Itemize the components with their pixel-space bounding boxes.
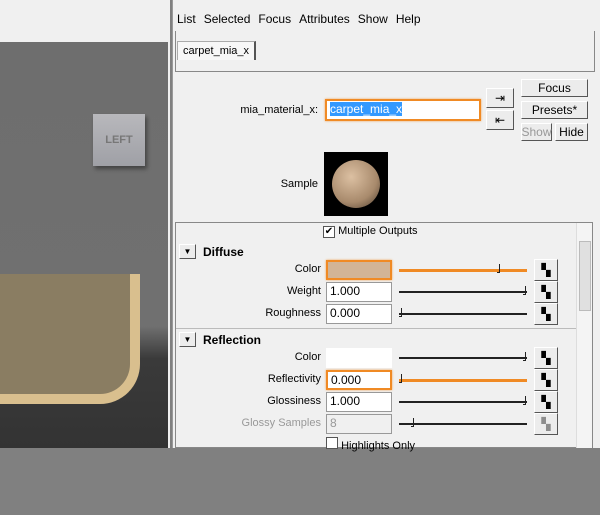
- 3d-viewport[interactable]: LEFT: [0, 42, 168, 448]
- attr-label: Reflectivity: [267, 373, 321, 385]
- sample-sphere: [332, 160, 380, 208]
- map-texture-button[interactable]: ▚: [534, 303, 558, 325]
- chair-model: [0, 274, 140, 404]
- menu-selected[interactable]: Selected: [204, 12, 251, 26]
- slider-thumb[interactable]: [411, 418, 415, 427]
- map-texture-button[interactable]: ▚: [534, 369, 558, 391]
- vertical-scrollbar[interactable]: [576, 223, 592, 448]
- tab-carpet-mia-x[interactable]: carpet_mia_x: [177, 41, 257, 60]
- presets-button[interactable]: Presets*: [521, 101, 588, 119]
- value-slider[interactable]: [399, 352, 527, 361]
- attr-row-color: Color ▚: [176, 347, 576, 369]
- menu-list[interactable]: List: [177, 12, 196, 26]
- slider-thumb[interactable]: [399, 308, 402, 317]
- slider-thumb[interactable]: [399, 374, 402, 383]
- value-slider[interactable]: [399, 396, 527, 405]
- value-field[interactable]: 8: [326, 414, 392, 434]
- map-texture-button[interactable]: ▚: [534, 413, 558, 435]
- attr-label: Glossiness: [267, 395, 321, 407]
- checkbox-unchecked-icon: [326, 437, 338, 449]
- map-texture-button[interactable]: ▚: [534, 259, 558, 281]
- collapse-arrow-icon[interactable]: ▼: [179, 244, 196, 259]
- menu-bar: List Selected Focus Attributes Show Help: [172, 8, 600, 30]
- slider-thumb[interactable]: [523, 396, 526, 405]
- value-field[interactable]: 1.000: [326, 282, 392, 302]
- attr-row-glossy-samples: Glossy Samples 8 ▚: [176, 413, 576, 435]
- node-name-label: mia_material_x:: [240, 104, 318, 116]
- focus-button[interactable]: Focus: [521, 79, 588, 97]
- attr-row-glossiness: Glossiness 1.000 ▚: [176, 391, 576, 413]
- checker-icon: ▚: [541, 263, 551, 277]
- input-arrow-icon: ⇥: [494, 91, 506, 105]
- color-swatch[interactable]: [326, 260, 392, 280]
- slider-thumb[interactable]: [523, 352, 526, 361]
- checker-icon: ▚: [541, 395, 551, 409]
- color-swatch[interactable]: [326, 348, 392, 368]
- checker-icon: ▚: [541, 373, 551, 387]
- node-name-value: carpet_mia_x: [330, 102, 403, 116]
- attr-label: Color: [294, 351, 321, 363]
- map-texture-button[interactable]: ▚: [534, 347, 558, 369]
- value-field[interactable]: 0.000: [326, 370, 392, 390]
- checker-icon: ▚: [541, 417, 551, 431]
- slider-thumb[interactable]: [496, 264, 500, 273]
- multiple-outputs-checkbox[interactable]: ✔ Multiple Outputs: [323, 225, 418, 238]
- sample-label: Sample: [280, 178, 318, 190]
- view-cube-label: LEFT: [105, 134, 133, 146]
- menu-attributes[interactable]: Attributes: [299, 12, 350, 26]
- menu-help[interactable]: Help: [396, 12, 421, 26]
- multiple-outputs-label: Multiple Outputs: [338, 225, 418, 237]
- output-connections-button[interactable]: ⇤: [486, 110, 514, 130]
- node-name-input[interactable]: carpet_mia_x: [325, 99, 481, 121]
- collapse-arrow-icon[interactable]: ▼: [179, 332, 196, 347]
- checker-icon: ▚: [541, 351, 551, 365]
- value-field[interactable]: 0.000: [326, 304, 392, 324]
- value-slider[interactable]: [399, 374, 527, 383]
- menu-show[interactable]: Show: [358, 12, 388, 26]
- input-connections-button[interactable]: ⇥: [486, 88, 514, 108]
- highlights-only-checkbox[interactable]: Highlights Only: [326, 437, 415, 452]
- hide-button[interactable]: Hide: [555, 123, 588, 141]
- view-cube[interactable]: LEFT: [93, 114, 145, 166]
- attr-label: Glossy Samples: [241, 417, 321, 429]
- value-slider[interactable]: [399, 418, 527, 427]
- attr-row-roughness: Roughness 0.000 ▚: [176, 303, 576, 325]
- show-button[interactable]: Show: [521, 123, 552, 141]
- value-slider[interactable]: [399, 264, 527, 273]
- attr-row-reflectivity: Reflectivity 0.000 ▚: [176, 369, 576, 391]
- section-divider: [176, 328, 576, 329]
- section-title: Diffuse: [203, 245, 244, 259]
- map-texture-button[interactable]: ▚: [534, 391, 558, 413]
- section-title: Reflection: [203, 333, 262, 347]
- attr-label: Roughness: [265, 307, 321, 319]
- scrollbar-thumb[interactable]: [579, 241, 591, 311]
- attr-label: Weight: [286, 285, 321, 297]
- checkbox-checked-icon: ✔: [323, 226, 335, 238]
- checker-icon: ▚: [541, 307, 551, 321]
- slider-thumb[interactable]: [523, 286, 526, 295]
- attr-label: Color: [294, 263, 321, 275]
- material-sample-swatch: [324, 152, 388, 216]
- value-slider[interactable]: [399, 286, 527, 295]
- value-field[interactable]: 1.000: [326, 392, 392, 412]
- menu-focus[interactable]: Focus: [258, 12, 291, 26]
- checker-icon: ▚: [541, 285, 551, 299]
- highlights-only-label: Highlights Only: [341, 440, 416, 452]
- output-arrow-icon: ⇤: [494, 113, 506, 127]
- attr-row-weight: Weight 1.000 ▚: [176, 281, 576, 303]
- value-slider[interactable]: [399, 308, 527, 317]
- map-texture-button[interactable]: ▚: [534, 281, 558, 303]
- attr-row-color: Color ▚: [176, 259, 576, 281]
